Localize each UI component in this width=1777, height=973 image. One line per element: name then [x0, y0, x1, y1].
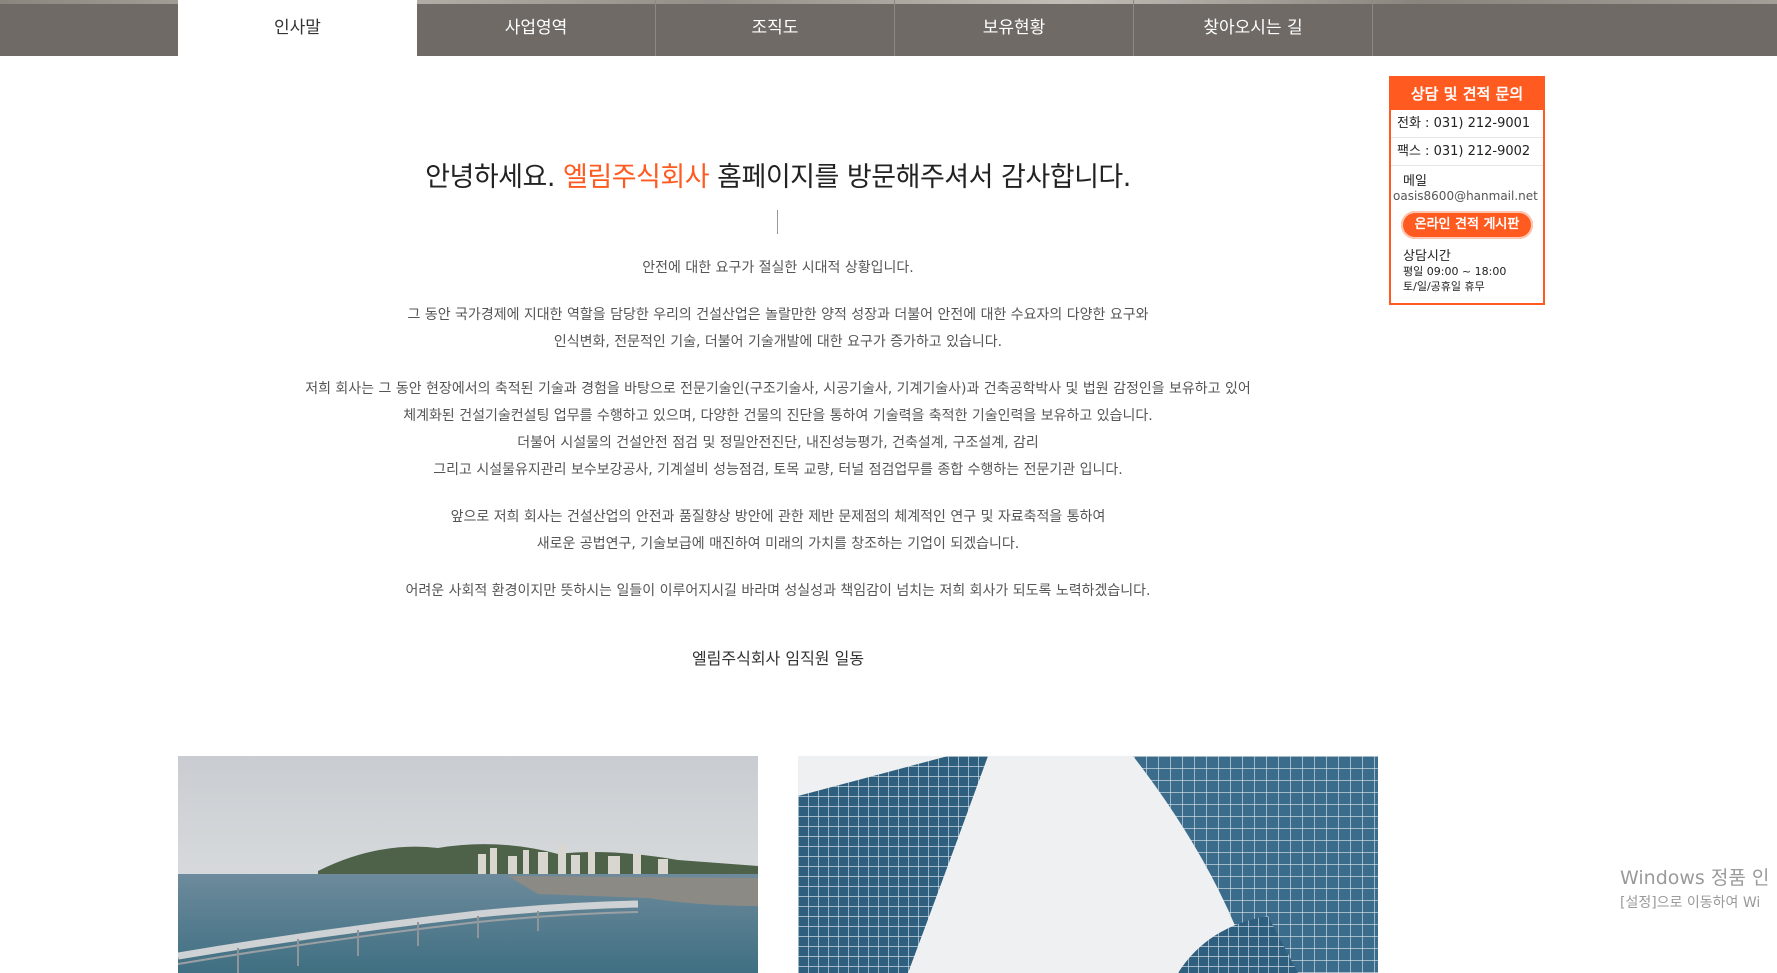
- fax-number: 팩스 : 031) 212-9002: [1391, 138, 1543, 166]
- tab-business-area[interactable]: 사업영역: [417, 0, 656, 56]
- online-quote-board-button[interactable]: 온라인 견적 게시판: [1401, 211, 1533, 239]
- p2-line-2: 인식변화, 전문적인 기술, 더불어 기술개발에 대한 요구가 증가하고 있습니…: [553, 334, 1003, 350]
- paragraph-3: 저희 회사는 그 동안 현장에서의 축적된 기술과 경험을 바탕으로 전문기술인…: [0, 376, 1556, 484]
- hours-weekday: 평일 09:00 ~ 18:00: [1403, 265, 1507, 278]
- paragraph-1: 안전에 대한 요구가 절실한 시대적 상황입니다.: [0, 255, 1556, 282]
- page-title: 안녕하세요. 엘림주식회사 홈페이지를 방문해주셔서 감사합니다.: [0, 155, 1556, 194]
- email-label: 메일: [1403, 174, 1427, 189]
- coastal-city-photo: [178, 756, 758, 973]
- p3-line-4: 그리고 시설물유지관리 보수보강공사, 기계설비 성능점검, 토목 교량, 터널…: [433, 462, 1123, 478]
- tab-holdings[interactable]: 보유현황: [895, 0, 1134, 56]
- greeting-suffix: 홈페이지를 방문해주셔서 감사합니다.: [709, 162, 1131, 193]
- skyscrapers-photo: [798, 756, 1378, 973]
- consultation-title: 상담 및 견적 문의: [1391, 78, 1543, 110]
- paragraph-5: 어려운 사회적 환경이지만 뜻하시는 일들이 이루어지시길 바라며 성실성과 책…: [0, 578, 1556, 605]
- p4-line-2: 새로운 공법연구, 기술보급에 매진하여 미래의 가치를 창조하는 기업이 되겠…: [536, 536, 1020, 552]
- tab-greeting[interactable]: 인사말: [178, 0, 417, 56]
- windows-activation-watermark: Windows 정품 인 [설정]으로 이동하여 Wi: [1620, 863, 1769, 912]
- p2-line-1: 그 동안 국가경제에 지대한 역할을 담당한 우리의 건설산업은 놀랄만한 양적…: [407, 307, 1149, 323]
- paragraph-4: 앞으로 저희 회사는 건설산업의 안전과 품질향상 방안에 관한 제반 문제점의…: [0, 504, 1556, 558]
- p3-line-1: 저희 회사는 그 동안 현장에서의 축적된 기술과 경험을 바탕으로 전문기술인…: [305, 381, 1251, 397]
- p1-line-1: 안전에 대한 요구가 절실한 시대적 상황입니다.: [642, 260, 914, 276]
- greeting-body: 안전에 대한 요구가 절실한 시대적 상황입니다. 그 동안 국가경제에 지대한…: [0, 255, 1556, 625]
- p4-line-1: 앞으로 저희 회사는 건설산업의 안전과 품질향상 방안에 관한 제반 문제점의…: [450, 509, 1106, 525]
- phone-number: 전화 : 031) 212-9001: [1391, 110, 1543, 138]
- hours-holiday: 토/일/공휴일 휴무: [1403, 280, 1485, 293]
- signature: 엘림주식회사 임직원 일동: [691, 649, 865, 668]
- tab-organization[interactable]: 조직도: [656, 0, 895, 56]
- skyscrapers-illustration: [798, 756, 1378, 973]
- p3-line-2: 체계화된 건설기술컨설팅 업무를 수행하고 있으며, 다양한 건물의 진단을 통…: [403, 408, 1153, 424]
- company-name: 엘림주식회사: [563, 162, 710, 193]
- p5-line-1: 어려운 사회적 환경이지만 뜻하시는 일들이 이루어지시길 바라며 성실성과 책…: [405, 583, 1151, 599]
- watermark-line-2: [설정]으로 이동하여 Wi: [1620, 895, 1761, 911]
- tab-directions[interactable]: 찾아오시는 길: [1134, 0, 1373, 56]
- paragraph-2: 그 동안 국가경제에 지대한 역할을 담당한 우리의 건설산업은 놀랄만한 양적…: [0, 302, 1556, 356]
- hours-title: 상담시간: [1403, 249, 1451, 264]
- consultation-box: 상담 및 견적 문의 전화 : 031) 212-9001 팩스 : 031) …: [1389, 76, 1545, 305]
- coastal-city-illustration: [178, 756, 758, 973]
- watermark-line-1: Windows 정품 인: [1620, 867, 1770, 889]
- email-address[interactable]: oasis8600@hanmail.net: [1391, 189, 1543, 203]
- sub-nav-tabs: 인사말 사업영역 조직도 보유현황 찾아오시는 길: [178, 0, 1373, 56]
- greeting-prefix: 안녕하세요.: [425, 162, 564, 193]
- p3-line-3: 더불어 시설물의 건설안전 점검 및 정밀안전진단, 내진성능평가, 건축설계,…: [517, 435, 1039, 451]
- title-divider: [777, 210, 778, 234]
